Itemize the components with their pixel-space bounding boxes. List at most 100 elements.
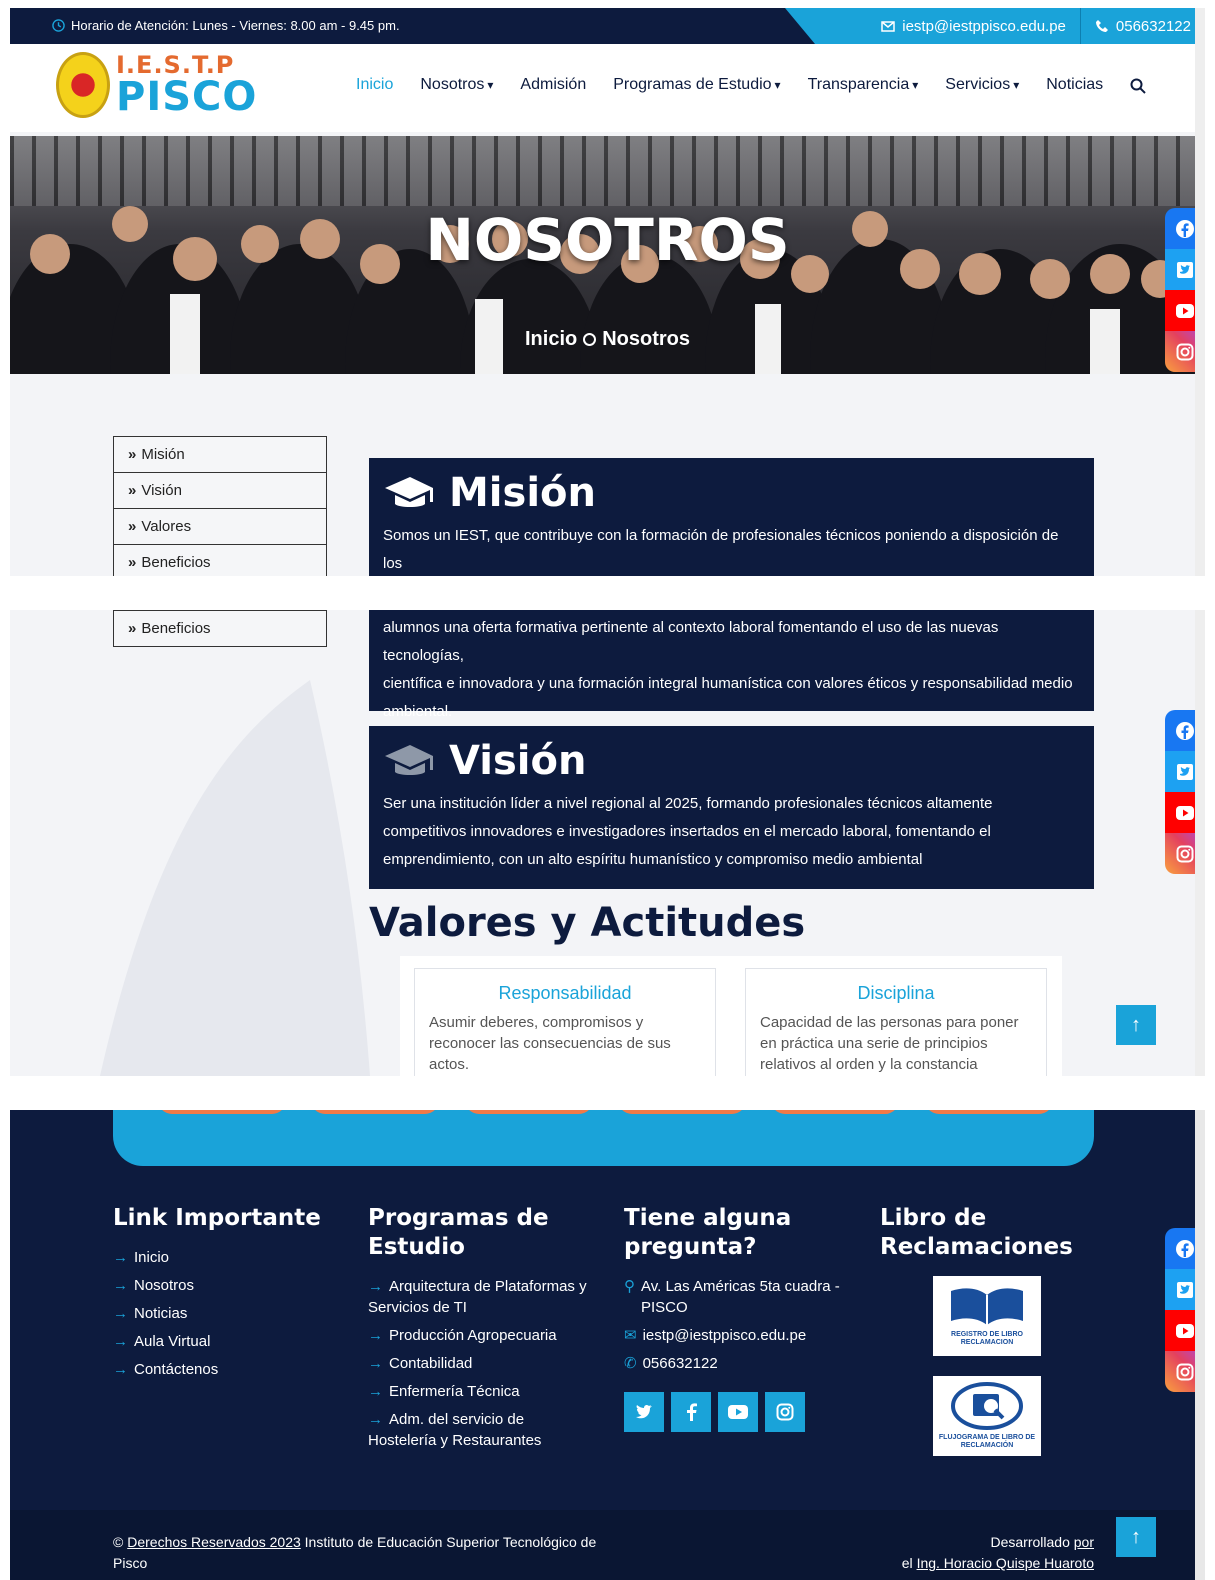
vision-heading: Visión [383, 738, 1080, 784]
nav-admision[interactable]: Admisión [520, 76, 586, 94]
footer-link-label: Noticias [134, 1305, 188, 1322]
sidemenu-item-beneficios[interactable]: » Beneficios [113, 544, 327, 576]
mision-heading: Misión [383, 470, 1080, 516]
nav-servicios[interactable]: Servicios [945, 76, 1019, 94]
facebook-icon[interactable] [671, 1392, 711, 1432]
scrollbar[interactable] [1195, 1110, 1205, 1580]
arrow-right-icon: → [368, 1411, 383, 1428]
flujograma-libro-reclamacion-link[interactable]: FLUJOGRAMA DE LIBRO DE RECLAMACIÓN [933, 1376, 1041, 1456]
footer-link[interactable]: → Noticias [113, 1303, 333, 1324]
sidemenu-item-beneficios[interactable]: » Beneficios [113, 610, 327, 647]
copyright-link[interactable]: Derechos Reservados 2023 [127, 1534, 301, 1550]
arrow-right-icon: → [113, 1277, 128, 1294]
footer-libro-title-line-2: Reclamaciones [880, 1234, 1073, 1260]
registro-libro-reclamacion-link[interactable]: REGISTRO DE LIBRO RECLAMACION [933, 1276, 1041, 1356]
footer-libro-column: Libro de Reclamaciones REGISTRO DE LIBRO … [880, 1204, 1100, 1476]
cta-pill [925, 1110, 1053, 1114]
copyright-text: © Derechos Reservados 2023 Instituto de … [113, 1532, 613, 1574]
nav-nosotros[interactable]: Nosotros [420, 76, 493, 94]
scrollbar[interactable] [1195, 8, 1205, 576]
footer-program-link[interactable]: → Adm. del servicio de Hostelería y Resta… [368, 1409, 593, 1451]
footer-program-label: Producción Agropecuaria [389, 1327, 557, 1344]
arrow-up-icon: ↑ [1131, 1525, 1141, 1548]
nav-inicio[interactable]: Inicio [356, 76, 393, 94]
footer-program-label: Adm. del servicio de Hostelería y Restau… [368, 1411, 542, 1449]
footer-program-link[interactable]: → Arquitectura de Plataformas y Servicios… [368, 1276, 593, 1318]
scrollbar[interactable] [1195, 610, 1205, 1076]
footer-libro-title-line-1: Libro de [880, 1205, 987, 1231]
arrow-right-icon: → [113, 1249, 128, 1266]
footer-question-title: Tiene alguna pregunta? [624, 1204, 854, 1262]
arrow-right-icon: → [368, 1327, 383, 1344]
vision-title: Visión [449, 738, 587, 784]
footer-program-link[interactable]: → Enfermería Técnica [368, 1381, 593, 1402]
footer-address-text: Av. Las Américas 5ta cuadra - PISCO [641, 1278, 840, 1316]
graduation-cap-icon [385, 477, 433, 507]
footer-phone[interactable]: ✆ 056632122 [624, 1353, 854, 1374]
twitter-icon[interactable] [624, 1392, 664, 1432]
top-phone: 056632122 [1115, 17, 1191, 35]
site-logo[interactable]: I.E.S.T.P PISCO [56, 52, 257, 118]
valor-text: Asumir deberes, compromisos y reconocer … [429, 1014, 671, 1073]
copyright-bar: © Derechos Reservados 2023 Instituto de … [10, 1510, 1205, 1580]
office-hours: Horario de Atención: Lunes - Viernes: 8.… [52, 18, 400, 33]
top-contact: iestp@iestppisco.edu.pe 056632122 [785, 8, 1205, 44]
footer-link[interactable]: → Contáctenos [113, 1359, 333, 1380]
main-header: I.E.S.T.P PISCO Inicio Nosotros Admisión… [10, 44, 1205, 132]
mision-text-continued: alumnos una oferta formativa pertinente … [383, 614, 1080, 726]
double-chevron-icon: » [128, 482, 137, 499]
nav-transparencia[interactable]: Transparencia [808, 76, 919, 94]
footer-links-list: → Inicio → Nosotros → Noticias → Aula Virtua… [113, 1247, 333, 1380]
footer-program-link[interactable]: → Contabilidad [368, 1353, 593, 1374]
sidemenu-label: Visión [141, 482, 182, 499]
search-icon[interactable] [1130, 78, 1146, 94]
double-chevron-icon: » [128, 554, 137, 571]
sidemenu-item-vision[interactable]: » Visión [113, 472, 327, 509]
logo-line-2: PISCO [116, 74, 258, 120]
youtube-icon[interactable] [718, 1392, 758, 1432]
registro-libro-label: REGISTRO DE LIBRO RECLAMACION [951, 1331, 1023, 1346]
page-segment-top: Horario de Atención: Lunes - Viernes: 8.… [10, 8, 1205, 576]
nav-programas[interactable]: Programas de Estudio [613, 76, 780, 94]
instagram-icon[interactable] [765, 1392, 805, 1432]
page-segment-middle: » Beneficios alumnos una oferta formativa… [10, 610, 1205, 1076]
valor-name: Disciplina [857, 983, 935, 1003]
cta-pill [618, 1110, 746, 1114]
cta-pill [311, 1110, 439, 1114]
back-to-top-button[interactable]: ↑ [1116, 1005, 1156, 1045]
page-footer: Link Importante → Inicio → Nosotros → Notic… [10, 1110, 1205, 1580]
footer-question-title-line-1: Tiene alguna [624, 1205, 792, 1231]
sidemenu-item-mision[interactable]: » Misión [113, 436, 327, 473]
vision-text: Ser una institución líder a nivel region… [383, 795, 993, 868]
arrow-up-icon: ↑ [1131, 1013, 1141, 1036]
mision-title: Misión [449, 470, 596, 516]
developer-por-link[interactable]: por [1074, 1534, 1094, 1550]
footer-link[interactable]: → Inicio [113, 1247, 333, 1268]
logo-text: I.E.S.T.P PISCO [116, 53, 257, 117]
arrow-right-icon: → [368, 1278, 383, 1295]
nav-noticias[interactable]: Noticias [1046, 76, 1103, 94]
logo-seal-icon [56, 52, 110, 118]
top-phone-link[interactable]: 056632122 [1081, 8, 1205, 44]
developer-name-link[interactable]: Ing. Horacio Quispe Huaroto [917, 1555, 1094, 1571]
cta-strip [113, 1110, 1094, 1166]
main-nav: Inicio Nosotros Admisión Programas de Es… [356, 76, 1146, 94]
footer-social [624, 1392, 854, 1432]
breadcrumb-home[interactable]: Inicio [525, 328, 577, 350]
footer-programs-list: → Arquitectura de Plataformas y Servicios… [368, 1276, 593, 1451]
sidemenu-item-valores[interactable]: » Valores [113, 508, 327, 545]
top-email-link[interactable]: iestp@iestppisco.edu.pe [867, 8, 1080, 44]
valor-name: Responsabilidad [498, 983, 632, 1003]
footer-email[interactable]: ✉ iestp@iestppisco.edu.pe [624, 1325, 854, 1346]
footer-link[interactable]: → Nosotros [113, 1275, 333, 1296]
open-book-icon [951, 1288, 1023, 1325]
top-bar: Horario de Atención: Lunes - Viernes: 8.… [10, 8, 1205, 44]
footer-link[interactable]: → Aula Virtual [113, 1331, 333, 1352]
footer-program-link[interactable]: → Producción Agropecuaria [368, 1325, 593, 1346]
back-to-top-button[interactable]: ↑ [1116, 1517, 1156, 1557]
phone-icon: ✆ [624, 1355, 637, 1372]
mision-text-line-2: alumnos una oferta formativa pertinente … [383, 619, 999, 664]
footer-link-label: Inicio [134, 1249, 170, 1266]
developer-el: el [901, 1555, 913, 1571]
footer-link-label: Nosotros [134, 1277, 195, 1294]
